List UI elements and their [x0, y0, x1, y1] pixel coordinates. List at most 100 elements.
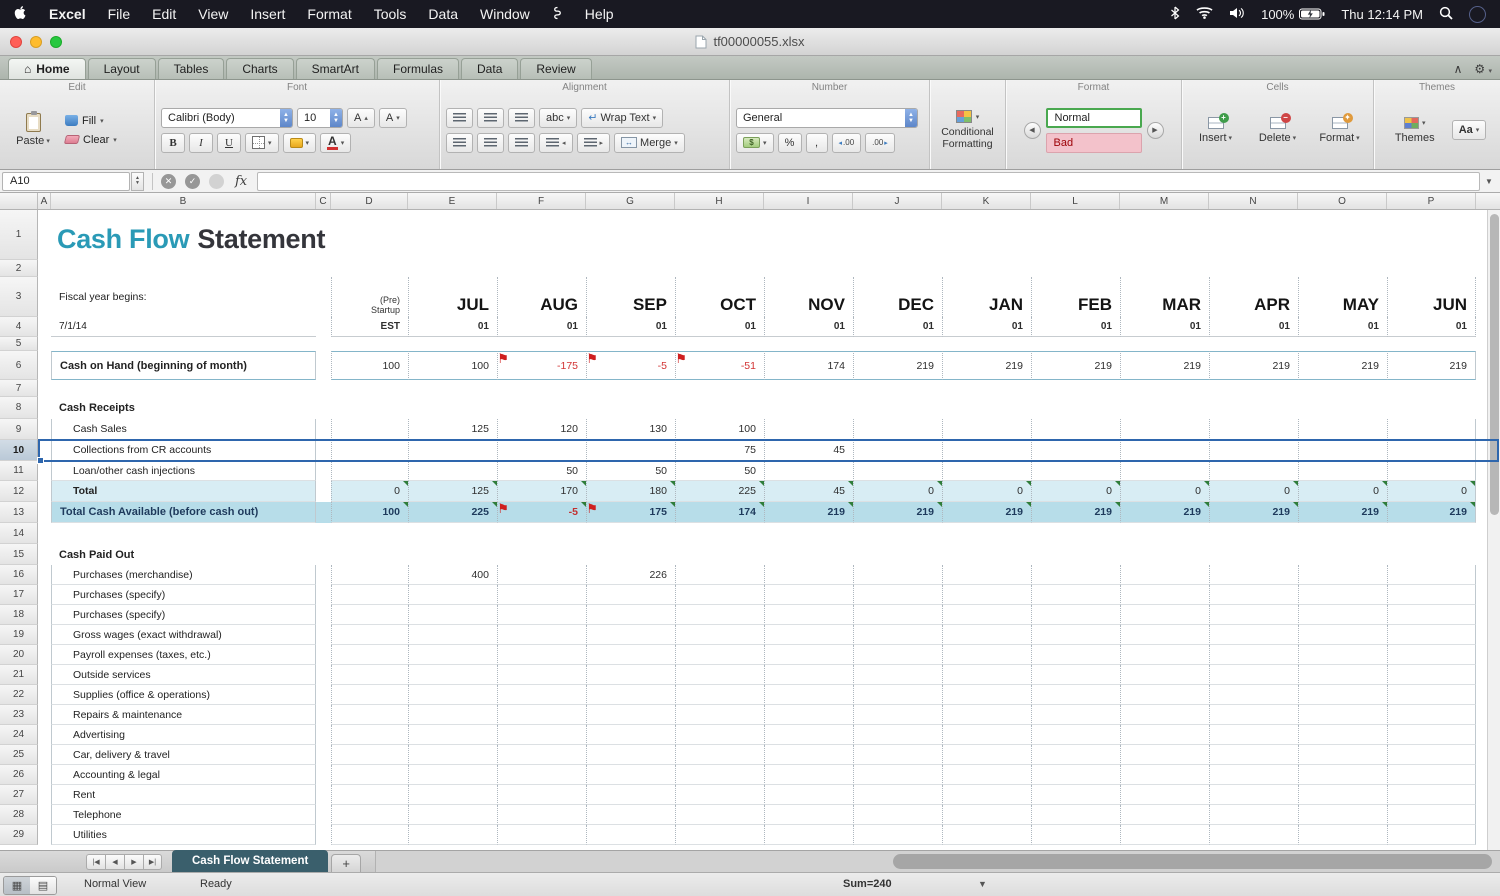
cell-G20[interactable] [586, 645, 675, 665]
cell-D28[interactable] [331, 805, 408, 825]
cell-I25[interactable] [764, 745, 853, 765]
cell-H10[interactable]: 75 [675, 440, 764, 461]
cell-C17[interactable] [316, 585, 331, 605]
cell-B11[interactable]: Loan/other cash injections [51, 461, 316, 481]
column-header-J[interactable]: J [853, 193, 942, 209]
cell-A11[interactable] [38, 461, 51, 481]
cell-N27[interactable] [1209, 785, 1298, 805]
cell-J24[interactable] [853, 725, 942, 745]
cell-O10[interactable] [1298, 440, 1387, 461]
cell-C18[interactable] [316, 605, 331, 625]
cell-P16[interactable] [1387, 565, 1476, 585]
cell-H11[interactable]: 50 [675, 461, 764, 481]
column-header-O[interactable]: O [1298, 193, 1387, 209]
font-color-button[interactable]: A▾ [320, 133, 351, 153]
cell-N10[interactable] [1209, 440, 1298, 461]
cell-I23[interactable] [764, 705, 853, 725]
cell-N13[interactable]: 219 [1209, 502, 1298, 523]
cell-G16[interactable]: 226 [586, 565, 675, 585]
cell-D11[interactable] [331, 461, 408, 481]
cell-N16[interactable] [1209, 565, 1298, 585]
cell-K6[interactable]: 219 [942, 351, 1031, 380]
row-header-16[interactable]: 16 [0, 565, 38, 585]
row-header-17[interactable]: 17 [0, 585, 38, 605]
cell-E27[interactable] [408, 785, 497, 805]
cell-H18[interactable] [675, 605, 764, 625]
cell-B22[interactable]: Supplies (office & operations) [51, 685, 316, 705]
row-header-13[interactable]: 13 [0, 502, 38, 523]
cell-G6[interactable]: -5⚑ [586, 351, 675, 380]
column-header-C[interactable]: C [316, 193, 331, 209]
ribbon-tab-charts[interactable]: Charts [226, 58, 293, 79]
cell-B3[interactable]: Fiscal year begins: [51, 277, 316, 317]
cell-K18[interactable] [942, 605, 1031, 625]
cell-A14[interactable] [38, 523, 51, 544]
cell-J22[interactable] [853, 685, 942, 705]
cell-N22[interactable] [1209, 685, 1298, 705]
cell-K13[interactable]: 219 [942, 502, 1031, 523]
cell-O20[interactable] [1298, 645, 1387, 665]
normal-view-button[interactable]: ▦ [4, 877, 30, 894]
cell-M4[interactable]: 01 [1120, 317, 1209, 337]
cell-A18[interactable] [38, 605, 51, 625]
sheet-tab-cash-flow-statement[interactable]: Cash Flow Statement [172, 850, 328, 872]
themes-button[interactable]: ▾ Themes [1388, 117, 1442, 144]
cell-F6[interactable]: -175⚑ [497, 351, 586, 380]
cell-C28[interactable] [316, 805, 331, 825]
wrap-text-button[interactable]: ↵Wrap Text▾ [581, 108, 663, 128]
row-header-20[interactable]: 20 [0, 645, 38, 665]
cell-O24[interactable] [1298, 725, 1387, 745]
row-header-1[interactable]: 1 [0, 210, 38, 260]
cell-L24[interactable] [1031, 725, 1120, 745]
row-header-4[interactable]: 4 [0, 317, 38, 337]
cell-G10[interactable] [586, 440, 675, 461]
cell-C11[interactable] [316, 461, 331, 481]
row-header-24[interactable]: 24 [0, 725, 38, 745]
cell-A20[interactable] [38, 645, 51, 665]
cell-A9[interactable] [38, 419, 51, 440]
cell-F20[interactable] [497, 645, 586, 665]
cell-D9[interactable] [331, 419, 408, 440]
ribbon-tab-review[interactable]: Review [520, 58, 591, 79]
style-gallery-prev-icon[interactable]: ◀ [1024, 122, 1041, 139]
ribbon-tab-formulas[interactable]: Formulas [377, 58, 459, 79]
cell-G21[interactable] [586, 665, 675, 685]
conditional-formatting-button[interactable]: ▾ [956, 110, 980, 123]
ribbon-tab-data[interactable]: Data [461, 58, 518, 79]
cell-A26[interactable] [38, 765, 51, 785]
cell-E11[interactable] [408, 461, 497, 481]
cell-G9[interactable]: 130 [586, 419, 675, 440]
row-header-21[interactable]: 21 [0, 665, 38, 685]
cell-M24[interactable] [1120, 725, 1209, 745]
cell-J26[interactable] [853, 765, 942, 785]
cell-A21[interactable] [38, 665, 51, 685]
cell-D24[interactable] [331, 725, 408, 745]
column-header-I[interactable]: I [764, 193, 853, 209]
cell-C6[interactable] [316, 351, 331, 380]
cell-J10[interactable] [853, 440, 942, 461]
fill-button[interactable]: Fill▾ [65, 115, 104, 127]
cell-A5[interactable] [38, 337, 51, 351]
cell-O6[interactable]: 219 [1298, 351, 1387, 380]
cell-K16[interactable] [942, 565, 1031, 585]
cell-O11[interactable] [1298, 461, 1387, 481]
cell-C23[interactable] [316, 705, 331, 725]
cell-C29[interactable] [316, 825, 331, 845]
cell-J18[interactable] [853, 605, 942, 625]
increase-font-size-button[interactable]: A▴ [347, 108, 375, 128]
cell-L21[interactable] [1031, 665, 1120, 685]
cell-N3[interactable]: APR [1209, 277, 1298, 317]
cell-I18[interactable] [764, 605, 853, 625]
cell-J27[interactable] [853, 785, 942, 805]
cell-E25[interactable] [408, 745, 497, 765]
cell-A10[interactable] [38, 440, 51, 461]
cell-F17[interactable] [497, 585, 586, 605]
collapse-ribbon-icon[interactable]: ∧ [1454, 62, 1463, 76]
cell-B6[interactable]: Cash on Hand (beginning of month) [51, 351, 316, 380]
cell-H24[interactable] [675, 725, 764, 745]
cell-O13[interactable]: 219 [1298, 502, 1387, 523]
cell-D13[interactable]: 100 [331, 502, 408, 523]
ribbon-tab-smartart[interactable]: SmartArt [296, 58, 375, 79]
cell-A27[interactable] [38, 785, 51, 805]
cell-K19[interactable] [942, 625, 1031, 645]
